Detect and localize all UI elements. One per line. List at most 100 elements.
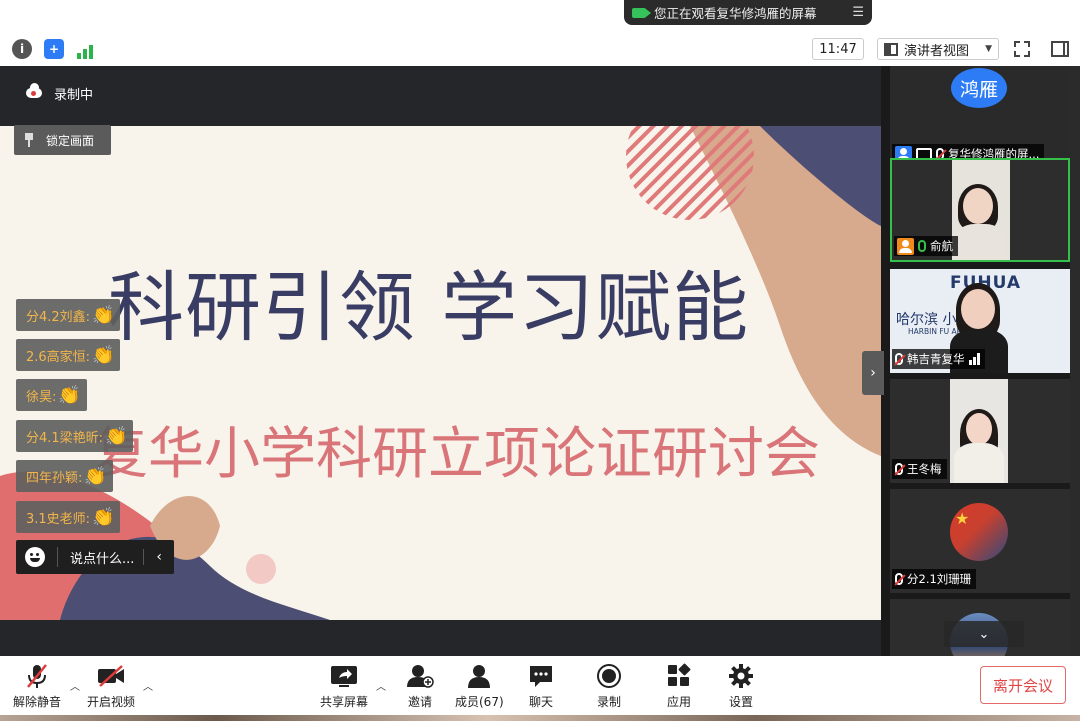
participant-caption: 分2.1刘珊珊 <box>892 569 977 589</box>
participant-caption: 俞航 <box>894 236 958 256</box>
chevron-up-icon[interactable]: ︿ <box>376 678 386 693</box>
info-icon[interactable]: i <box>12 39 32 59</box>
share-screen-icon <box>329 662 359 690</box>
slide-title: 科研引领 学习赋能 <box>108 263 750 352</box>
invite-label: 邀请 <box>407 695 432 709</box>
side-panel-icon[interactable] <box>1051 41 1069 57</box>
clap-icon: 👏 <box>92 304 115 326</box>
clap-icon: 👏 <box>92 344 115 366</box>
mic-icon <box>918 240 926 252</box>
apps-label: 应用 <box>666 695 691 709</box>
members-button[interactable]: 成员(67) <box>455 662 504 710</box>
fullscreen-icon[interactable] <box>1014 41 1030 57</box>
record-label: 录制 <box>596 695 621 709</box>
chevron-up-icon[interactable]: ︿ <box>143 678 153 693</box>
leave-meeting-button[interactable]: 离开会议 <box>980 666 1066 704</box>
unmute-button[interactable]: 解除静音 <box>13 662 61 710</box>
reaction-label: 分4.2刘鑫: <box>26 309 91 325</box>
settings-label: 设置 <box>728 695 753 709</box>
reaction-label: 徐昊: <box>26 389 57 405</box>
speaker-view-icon <box>884 42 898 56</box>
cloud-record-icon <box>26 83 42 98</box>
meeting-window: 您正在观看复华修鸿雁的屏幕 ☰ i + 11:47 演讲者视图 ▼ 录制中 科研… <box>0 0 1080 721</box>
add-user-icon <box>406 662 434 690</box>
reaction-item: 3.1史老师: 👏 <box>16 501 121 533</box>
reaction-label: 3.1史老师: <box>26 511 91 527</box>
slide-subtitle: 复华小学科研立项论证研讨会 <box>92 422 820 487</box>
mic-muted-icon <box>895 573 903 585</box>
participant-tile[interactable]: 王冬梅 <box>890 379 1070 483</box>
reaction-label: 分4.1梁艳昕: <box>26 430 104 446</box>
participant-name: 分2.1刘珊珊 <box>907 572 972 586</box>
members-label: 成员(67) <box>455 695 504 709</box>
menu-icon[interactable]: ☰ <box>852 5 864 20</box>
quick-chat-input[interactable]: 说点什么... ‹ <box>16 540 174 574</box>
lock-screen-label: 锁定画面 <box>46 133 95 148</box>
shield-icon[interactable]: + <box>44 39 64 59</box>
lock-screen-button[interactable]: 锁定画面 <box>14 125 111 155</box>
chevron-up-icon[interactable]: ︿ <box>70 678 80 693</box>
shared-screen: 录制中 科研引领 学习赋能 复华小学科研立项论证研讨会 锁定画面 分4.2刘鑫:… <box>0 66 881 656</box>
start-video-label: 开启视频 <box>87 695 136 709</box>
participant-caption: 王冬梅 <box>892 459 947 479</box>
settings-button[interactable]: 设置 <box>728 662 754 710</box>
mic-muted-icon <box>25 662 49 690</box>
view-mode-label: 演讲者视图 <box>904 43 970 59</box>
share-banner-text: 您正在观看复华修鸿雁的屏幕 <box>654 6 817 21</box>
record-icon <box>596 662 622 690</box>
clap-icon: 👏 <box>84 465 107 487</box>
gallery-scrollbar[interactable] <box>1070 66 1080 656</box>
participant-name: 俞航 <box>930 239 953 253</box>
participant-tile[interactable]: ⌄ <box>890 599 1070 656</box>
chat-icon <box>528 662 554 690</box>
members-icon <box>466 662 492 690</box>
reaction-label: 2.6高家恒: <box>26 349 91 365</box>
camera-icon <box>632 7 651 18</box>
clap-icon: 👏 <box>105 425 128 447</box>
clap-icon: 👏 <box>58 384 81 406</box>
recording-bar: 录制中 <box>0 66 881 126</box>
participant-tile[interactable]: FUHUA 哈尔滨 小学校 HARBIN FU ARY SCHOOL 韩吉青复华 <box>890 269 1070 373</box>
chat-button[interactable]: 聊天 <box>528 662 554 710</box>
desktop-background-strip <box>0 715 1080 721</box>
avatar: 鸿雁 <box>951 68 1007 108</box>
reaction-item: 徐昊: 👏 <box>16 379 87 411</box>
screen-share-banner[interactable]: 您正在观看复华修鸿雁的屏幕 ☰ <box>624 0 872 25</box>
chat-placeholder: 说点什么... <box>70 551 135 567</box>
mic-muted-icon <box>895 353 903 365</box>
reaction-item: 2.6高家恒: 👏 <box>16 339 121 371</box>
clap-icon: 👏 <box>92 506 115 528</box>
record-button[interactable]: 录制 <box>596 662 622 710</box>
collapse-gallery-button[interactable]: › <box>862 351 884 395</box>
mic-muted-icon <box>895 463 903 475</box>
bottom-toolbar: 解除静音 ︿ 开启视频 ︿ 共享屏幕 ︿ 邀请 成员(67) 聊天 录制 应用 … <box>0 656 1080 721</box>
view-mode-select[interactable]: 演讲者视图 ▼ <box>877 38 999 60</box>
start-video-button[interactable]: 开启视频 <box>87 662 135 710</box>
participant-tile[interactable]: 俞航 <box>890 158 1070 262</box>
recording-label: 录制中 <box>54 88 94 103</box>
chevron-down-icon: ▼ <box>985 44 992 54</box>
chevron-down-icon[interactable]: ⌄ <box>944 621 1024 647</box>
meeting-time: 11:47 <box>812 38 864 60</box>
apps-button[interactable]: 应用 <box>666 662 692 710</box>
invite-button[interactable]: 邀请 <box>406 662 434 710</box>
top-toolbar: i + 11:47 演讲者视图 ▼ <box>0 33 1080 65</box>
participant-gallery: 鸿雁 复华修鸿雁的屏... 俞航 FUHUA 哈尔滨 小学校 HARBIN FU… <box>881 66 1080 656</box>
signal-icon <box>968 353 980 365</box>
unmute-label: 解除静音 <box>13 695 62 709</box>
participant-name: 韩吉青复华 <box>907 352 965 366</box>
reaction-item: 四年孙颖: 👏 <box>16 460 113 492</box>
participant-icon <box>897 237 914 255</box>
chevron-left-icon[interactable]: ‹ <box>143 549 162 565</box>
reaction-label: 四年孙颖: <box>26 470 83 486</box>
signal-icon[interactable] <box>75 39 95 59</box>
reaction-item: 分4.1梁艳昕: 👏 <box>16 420 134 452</box>
share-screen-button[interactable]: 共享屏幕 <box>320 662 368 710</box>
participant-tile[interactable]: ★ 分2.1刘珊珊 <box>890 489 1070 593</box>
emoji-icon[interactable] <box>25 547 45 567</box>
participant-caption: 韩吉青复华 <box>892 349 985 369</box>
reaction-item: 分4.2刘鑫: 👏 <box>16 299 121 331</box>
video-off-icon <box>96 662 126 690</box>
apps-icon <box>666 662 692 690</box>
participant-tile[interactable]: 鸿雁 复华修鸿雁的屏... <box>890 66 1070 168</box>
